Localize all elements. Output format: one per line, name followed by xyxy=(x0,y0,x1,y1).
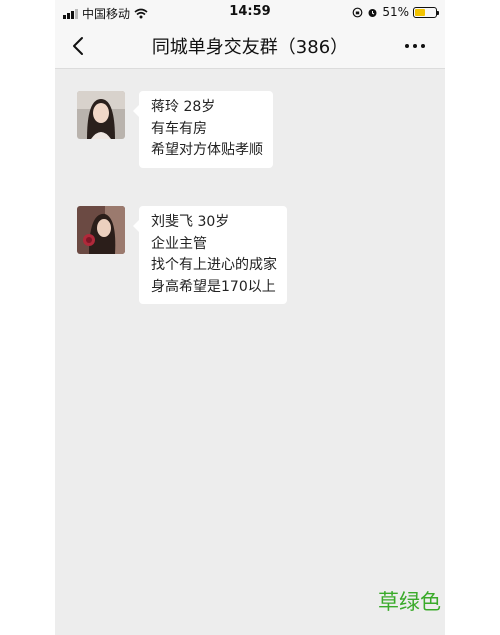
message-bubble[interactable]: 蒋玲 28岁 有车有房 希望对方体贴孝顺 xyxy=(133,91,273,168)
chat-screen: 中国移动 14:59 51% 同城单身交友群（386） 蒋玲 28岁 有车有房 … xyxy=(55,0,445,635)
message-line: 刘斐飞 30岁 xyxy=(151,214,230,230)
more-horizontal-icon[interactable] xyxy=(403,36,427,56)
watermark-text: 草绿色 xyxy=(378,590,441,614)
battery-fill xyxy=(415,8,425,16)
battery-icon xyxy=(413,6,439,18)
message-line: 希望对方体贴孝顺 xyxy=(151,142,263,158)
status-bar: 中国移动 14:59 51% xyxy=(55,0,445,24)
nav-bar: 同城单身交友群（386） xyxy=(55,24,445,69)
message-line: 蒋玲 28岁 xyxy=(151,99,216,115)
orientation-lock-icon xyxy=(352,7,363,17)
message-bubble[interactable]: 刘斐飞 30岁 企业主管 找个有上进心的成家 身高希望是170以上 xyxy=(133,206,287,304)
message-line: 身高希望是170以上 xyxy=(151,278,276,295)
alarm-icon xyxy=(368,8,377,17)
status-right: 51% xyxy=(352,5,439,19)
avatar[interactable] xyxy=(77,206,125,254)
battery-percent: 51% xyxy=(382,5,409,19)
message-line: 找个有上进心的成家 xyxy=(151,257,277,273)
message-line: 有车有房 xyxy=(151,120,207,137)
message-line: 企业主管 xyxy=(151,235,207,252)
avatar[interactable] xyxy=(77,91,125,139)
chat-title: 同城单身交友群（386） xyxy=(151,37,349,58)
